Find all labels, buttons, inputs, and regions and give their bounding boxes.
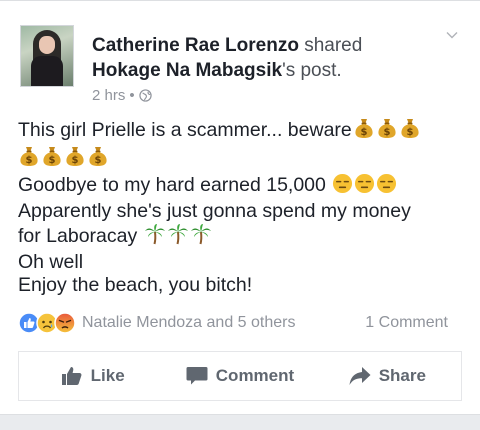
palm-tree-emoji xyxy=(167,223,189,251)
avatar[interactable] xyxy=(20,25,74,87)
shared-suffix: 's post. xyxy=(282,60,342,81)
post-header: Catherine Rae Lorenzo shared Hokage Na M… xyxy=(92,33,422,83)
share-label: Share xyxy=(378,366,426,385)
meta-separator: • xyxy=(129,87,135,104)
unamused-face-emoji xyxy=(376,173,397,200)
money-bag-emoji xyxy=(18,145,40,173)
timestamp[interactable]: 2 hrs xyxy=(92,87,125,104)
post-line: Oh well xyxy=(18,251,84,273)
post-line: Apparently she's just gonna spend my mon… xyxy=(18,200,411,222)
post-card: Catherine Rae Lorenzo shared Hokage Na M… xyxy=(0,0,480,415)
angry-reaction-icon xyxy=(54,312,76,334)
comment-button[interactable]: Comment xyxy=(166,352,313,400)
like-label: Like xyxy=(90,366,125,385)
unamused-face-emoji xyxy=(354,173,375,200)
globe-icon xyxy=(138,89,152,102)
reactions-summary[interactable]: Natalie Mendoza and 5 others xyxy=(18,312,295,334)
reactors-text[interactable]: Natalie Mendoza and 5 others xyxy=(82,314,295,332)
money-bag-emoji xyxy=(399,117,421,145)
post-line xyxy=(18,145,468,173)
action-bar: Like Comment Share xyxy=(18,351,462,401)
money-bag-emoji xyxy=(41,145,63,173)
like-button[interactable]: Like xyxy=(19,352,166,400)
post-line: This girl Prielle is a scammer... beware xyxy=(18,117,468,145)
share-button[interactable]: Share xyxy=(314,352,461,400)
chevron-down-icon[interactable] xyxy=(446,29,458,41)
money-bag-emoji xyxy=(353,117,375,145)
shared-page-name[interactable]: Hokage Na Mabagsik xyxy=(92,60,282,81)
shared-label: shared xyxy=(298,35,363,56)
money-bag-emoji xyxy=(87,145,109,173)
author-name[interactable]: Catherine Rae Lorenzo xyxy=(92,35,299,56)
post-line: for Laboracay xyxy=(18,223,468,251)
comment-icon xyxy=(186,367,208,385)
palm-tree-emoji xyxy=(144,223,166,251)
money-bag-emoji xyxy=(64,145,86,173)
post-line: Goodbye to my hard earned 15,000 xyxy=(18,173,468,200)
palm-tree-emoji xyxy=(190,223,212,251)
post-meta: 2 hrs • xyxy=(92,87,152,104)
share-arrow-icon xyxy=(349,367,371,385)
reaction-icons xyxy=(18,312,76,334)
comment-label: Comment xyxy=(215,366,295,385)
post-line: Enjoy the beach, you bitch! xyxy=(18,274,253,296)
thumbs-up-icon xyxy=(61,367,82,385)
post-body: This girl Prielle is a scammer... beware… xyxy=(18,117,468,297)
unamused-face-emoji xyxy=(332,173,353,200)
money-bag-emoji xyxy=(376,117,398,145)
comments-count[interactable]: 1 Comment xyxy=(365,314,448,332)
